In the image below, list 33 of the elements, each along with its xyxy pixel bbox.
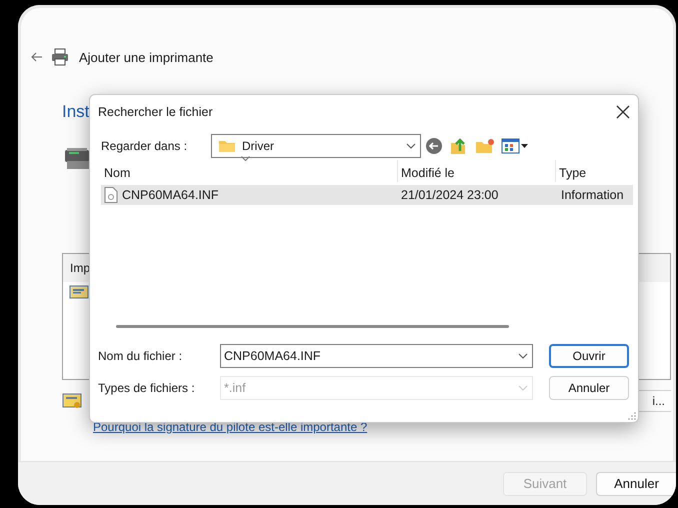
resize-grip-icon[interactable] [628,412,636,420]
cancel-button[interactable]: Annuler [596,472,676,496]
field-label: Types de fichiers : [98,381,196,395]
back-arrow-icon[interactable] [31,52,43,62]
scrollbar-thumb[interactable] [116,325,509,328]
folder-dropdown[interactable]: Driver [211,134,421,158]
file-row[interactable]: CNP60MA64.INF 21/01/2024 23:00 Information [101,185,633,205]
certificate-icon [62,393,82,409]
folder-icon [218,139,236,153]
file-date: 21/01/2024 23:00 [400,188,500,202]
close-icon[interactable] [616,105,630,119]
file-name: CNP60MA64.INF [122,188,219,202]
new-folder-icon[interactable] [475,138,495,154]
printer-icon [63,147,89,171]
column-header[interactable]: Nom [101,160,398,182]
field-label: Regarder dans : [101,139,188,153]
chevron-down-icon [518,385,528,391]
settings-file-icon [104,187,118,203]
chevron-down-icon [406,143,416,149]
back-icon[interactable] [425,137,443,155]
page-heading: Inst [62,101,90,123]
field-label: Nom du fichier : [98,349,184,363]
dialog-title: Rechercher le fichier [98,105,213,119]
file-type: Information [560,188,625,202]
file-name-field[interactable]: CNP60MA64.INF [220,344,533,368]
cancel-button[interactable]: Annuler [549,376,629,400]
printer-icon [51,48,69,66]
column-header[interactable]: Modifié le [398,160,556,182]
open-button[interactable]: Ouvrir [549,344,629,368]
chevron-down-icon [518,353,528,359]
view-menu-icon[interactable] [501,138,529,154]
column-header[interactable]: Type [556,160,633,182]
window-title: Ajouter une imprimante [79,50,214,64]
